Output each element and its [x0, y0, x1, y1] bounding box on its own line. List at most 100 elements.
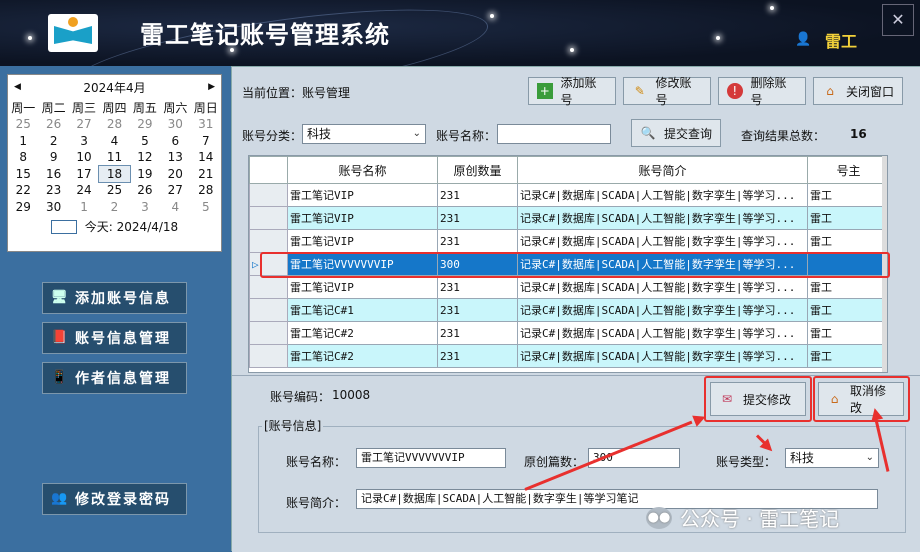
table-row[interactable]: 雷工笔记VIP 231 记录C#|数据库|SCADA|人工智能|数字孪生|等学习… [249, 183, 887, 207]
cell-intro[interactable]: 记录C#|数据库|SCADA|人工智能|数字孪生|等学习... [517, 275, 808, 299]
calendar-day[interactable]: 2 [38, 133, 68, 150]
calendar-day[interactable]: 4 [160, 199, 190, 216]
calendar-day[interactable]: 25 [99, 182, 129, 199]
category-select[interactable]: 科技 ⌄ [302, 124, 426, 144]
calendar-day-today[interactable]: 18 [98, 164, 131, 183]
row-header[interactable] [249, 183, 288, 207]
calendar-next-icon[interactable]: ▶ [208, 82, 215, 92]
calendar-day[interactable]: 31 [191, 116, 221, 133]
calendar-day[interactable]: 30 [160, 116, 190, 133]
cell-name[interactable]: 雷工笔记VIP [287, 206, 438, 230]
calendar-day[interactable]: 27 [160, 182, 190, 199]
nav-change-password[interactable]: 👥 修改登录密码 [42, 483, 187, 515]
cell-name[interactable]: 雷工笔记C#2 [287, 321, 438, 345]
cell-owner[interactable]: 雷工 [807, 183, 887, 207]
nav-account-info-manage[interactable]: 📕 账号信息管理 [42, 322, 187, 354]
row-header[interactable] [249, 298, 288, 322]
add-account-button[interactable]: + 添加账号 [528, 76, 616, 107]
column-header[interactable]: 号主 [807, 156, 887, 184]
calendar-today-link[interactable]: 今天: 2024/4/18 [85, 218, 178, 235]
calendar-day[interactable]: 16 [38, 166, 68, 183]
calendar-day[interactable]: 3 [130, 199, 160, 216]
detail-name-input[interactable]: 雷工笔记VVVVVVVIP [356, 448, 506, 468]
cell-count[interactable]: 231 [437, 183, 518, 207]
calendar-day[interactable]: 27 [69, 116, 99, 133]
calendar-day[interactable]: 13 [160, 149, 190, 166]
table-row[interactable]: 雷工笔记C#1 231 记录C#|数据库|SCADA|人工智能|数字孪生|等学习… [249, 298, 887, 322]
nav-author-info-manage[interactable]: 📱 作者信息管理 [42, 362, 187, 394]
column-header[interactable]: 账号名称 [287, 156, 438, 184]
table-row[interactable]: 雷工笔记VIP 231 记录C#|数据库|SCADA|人工智能|数字孪生|等学习… [249, 206, 887, 230]
cell-intro[interactable]: 记录C#|数据库|SCADA|人工智能|数字孪生|等学习... [517, 206, 808, 230]
calendar-day[interactable]: 29 [130, 116, 160, 133]
calendar-day[interactable]: 24 [69, 182, 99, 199]
cell-name[interactable]: 雷工笔记C#2 [287, 344, 438, 368]
table-row[interactable]: 雷工笔记VIP 231 记录C#|数据库|SCADA|人工智能|数字孪生|等学习… [249, 275, 887, 299]
query-button[interactable]: 🔍 提交查询 [631, 119, 721, 147]
edit-account-button[interactable]: ✎ 修改账号 [623, 76, 711, 107]
calendar-day[interactable]: 19 [130, 166, 160, 183]
calendar-day[interactable]: 29 [8, 199, 38, 216]
calendar-day[interactable]: 6 [160, 133, 190, 150]
calendar-day[interactable]: 5 [130, 133, 160, 150]
calendar-day[interactable]: 8 [8, 149, 38, 166]
cell-intro[interactable]: 记录C#|数据库|SCADA|人工智能|数字孪生|等学习... [517, 183, 808, 207]
calendar-day[interactable]: 25 [8, 116, 38, 133]
row-header[interactable] [249, 344, 288, 368]
cell-intro[interactable]: 记录C#|数据库|SCADA|人工智能|数字孪生|等学习... [517, 229, 808, 253]
calendar-day[interactable]: 28 [191, 182, 221, 199]
cell-count[interactable]: 231 [437, 229, 518, 253]
calendar-day[interactable]: 17 [69, 166, 99, 183]
cell-intro[interactable]: 记录C#|数据库|SCADA|人工智能|数字孪生|等学习... [517, 344, 808, 368]
calendar-day[interactable]: 28 [99, 116, 129, 133]
month-calendar[interactable]: ◀ 2024年4月 ▶ 周一 周二 周三 周四 周五 周六 周日 25 26 2… [7, 74, 222, 252]
cell-count[interactable]: 231 [437, 275, 518, 299]
calendar-day[interactable]: 3 [69, 133, 99, 150]
cell-count[interactable]: 231 [437, 298, 518, 322]
calendar-day[interactable]: 10 [69, 149, 99, 166]
table-row[interactable]: 雷工笔记VIP 231 记录C#|数据库|SCADA|人工智能|数字孪生|等学习… [249, 229, 887, 253]
calendar-day[interactable]: 2 [99, 199, 129, 216]
cell-owner[interactable]: 雷工 [807, 206, 887, 230]
calendar-day[interactable]: 12 [130, 149, 160, 166]
row-header[interactable] [249, 321, 288, 345]
calendar-day[interactable]: 14 [191, 149, 221, 166]
row-header[interactable] [249, 206, 288, 230]
calendar-day[interactable]: 22 [8, 182, 38, 199]
table-row[interactable]: 雷工笔记C#2 231 记录C#|数据库|SCADA|人工智能|数字孪生|等学习… [249, 321, 887, 345]
calendar-day[interactable]: 23 [38, 182, 68, 199]
table-row[interactable]: 雷工笔记C#2 231 记录C#|数据库|SCADA|人工智能|数字孪生|等学习… [249, 344, 887, 368]
cell-count[interactable]: 231 [437, 321, 518, 345]
calendar-day[interactable]: 15 [8, 166, 38, 183]
calendar-day[interactable]: 4 [99, 133, 129, 150]
cell-owner[interactable]: 雷工 [807, 321, 887, 345]
calendar-day[interactable]: 26 [38, 116, 68, 133]
cell-name[interactable]: 雷工笔记C#1 [287, 298, 438, 322]
calendar-day[interactable]: 21 [191, 166, 221, 183]
cell-intro[interactable]: 记录C#|数据库|SCADA|人工智能|数字孪生|等学习... [517, 298, 808, 322]
calendar-day[interactable]: 30 [38, 199, 68, 216]
calendar-day[interactable]: 26 [130, 182, 160, 199]
cell-count[interactable]: 231 [437, 344, 518, 368]
cell-owner[interactable]: 雷工 [807, 275, 887, 299]
calendar-day[interactable]: 11 [99, 149, 129, 166]
calendar-prev-icon[interactable]: ◀ [14, 82, 21, 92]
calendar-day[interactable]: 20 [160, 166, 190, 183]
detail-type-select[interactable]: 科技 ⌄ [785, 448, 879, 468]
delete-account-button[interactable]: ! 删除账号 [718, 76, 806, 107]
name-search-input[interactable] [497, 124, 611, 144]
cell-name[interactable]: 雷工笔记VIP [287, 275, 438, 299]
nav-add-account-info[interactable]: 🖥 添加账号信息 [42, 282, 187, 314]
calendar-day[interactable]: 5 [191, 199, 221, 216]
cell-name[interactable]: 雷工笔记VIP [287, 183, 438, 207]
cell-owner[interactable]: 雷工 [807, 344, 887, 368]
column-header[interactable]: 账号简介 [517, 156, 808, 184]
column-header[interactable]: 原创数量 [437, 156, 518, 184]
calendar-day[interactable]: 1 [69, 199, 99, 216]
row-header[interactable] [249, 275, 288, 299]
cell-owner[interactable]: 雷工 [807, 229, 887, 253]
row-header[interactable] [249, 229, 288, 253]
close-window-button[interactable]: ✕ [882, 4, 914, 36]
cell-intro[interactable]: 记录C#|数据库|SCADA|人工智能|数字孪生|等学习... [517, 321, 808, 345]
cell-count[interactable]: 231 [437, 206, 518, 230]
